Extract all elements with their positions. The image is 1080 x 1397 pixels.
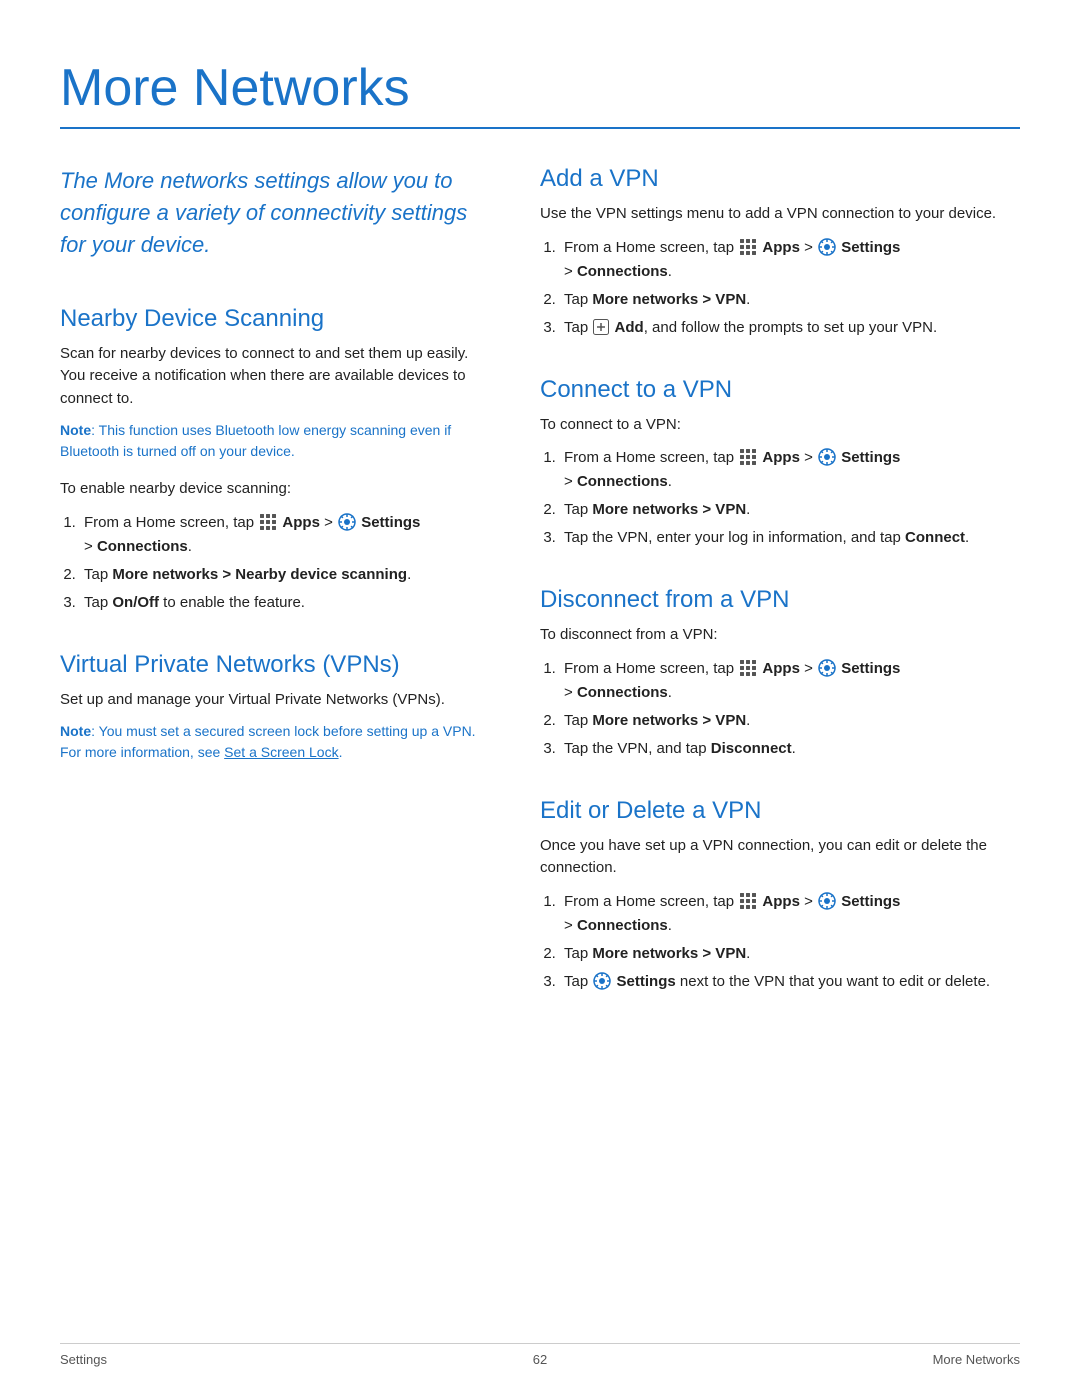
section-nearby-device-scanning: Nearby Device Scanning Scan for nearby d…	[60, 305, 480, 615]
section-body-vpns: Set up and manage your Virtual Private N…	[60, 689, 480, 712]
section-title-disconnect-vpn: Disconnect from a VPN	[540, 586, 1020, 614]
step-item: From a Home screen, tap	[80, 511, 480, 559]
steps-list-connect-vpn: From a Home screen, tap	[560, 446, 1020, 550]
steps-list-disconnect-vpn: From a Home screen, tap	[560, 657, 1020, 761]
settings-icon	[818, 238, 836, 256]
apps-icon	[259, 513, 277, 531]
steps-list-nearby: From a Home screen, tap	[80, 511, 480, 615]
footer-right: More Networks	[933, 1352, 1020, 1367]
step-item: Tap the VPN, and tap Disconnect.	[560, 737, 1020, 761]
section-vpns: Virtual Private Networks (VPNs) Set up a…	[60, 651, 480, 764]
page-container: More Networks The More networks settings…	[0, 0, 1080, 1110]
section-title-vpns: Virtual Private Networks (VPNs)	[60, 651, 480, 679]
step-item: Tap More networks > VPN.	[560, 942, 1020, 966]
section-title-edit-delete-vpn: Edit or Delete a VPN	[540, 797, 1020, 825]
step-item: Tap the VPN, enter your log in informati…	[560, 526, 1020, 550]
apps-icon	[739, 448, 757, 466]
right-column: Add a VPN Use the VPN settings menu to a…	[540, 165, 1020, 1030]
footer-page-number: 62	[533, 1352, 547, 1367]
step-item: Tap Add, and follow the prompts to set u…	[560, 316, 1020, 340]
settings-icon	[338, 513, 356, 531]
step-item: Tap More networks > VPN.	[560, 709, 1020, 733]
step-item: From a Home screen, tap	[560, 657, 1020, 705]
step-item: From a Home screen, tap	[560, 890, 1020, 938]
settings-icon	[818, 659, 836, 677]
gear-settings-icon	[593, 972, 611, 990]
page-title: More Networks	[60, 60, 1020, 117]
two-column-layout: The More networks settings allow you to …	[60, 165, 1020, 1030]
section-connect-vpn: Connect to a VPN To connect to a VPN: Fr…	[540, 376, 1020, 551]
section-disconnect-vpn: Disconnect from a VPN To disconnect from…	[540, 586, 1020, 761]
step-item: From a Home screen, tap	[560, 236, 1020, 284]
step-item: Tap On/Off to enable the feature.	[80, 591, 480, 615]
note-nearby: Note: This function uses Bluetooth low e…	[60, 420, 480, 462]
section-title-add-vpn: Add a VPN	[540, 165, 1020, 193]
left-column: The More networks settings allow you to …	[60, 165, 480, 1030]
section-add-vpn: Add a VPN Use the VPN settings menu to a…	[540, 165, 1020, 340]
apps-icon	[739, 892, 757, 910]
step-item: Tap More networks > VPN.	[560, 288, 1020, 312]
add-icon	[593, 319, 609, 335]
step-item: Tap More networks > VPN.	[560, 498, 1020, 522]
steps-intro-nearby: To enable nearby device scanning:	[60, 478, 480, 501]
apps-icon	[739, 238, 757, 256]
step-item: From a Home screen, tap	[560, 446, 1020, 494]
section-body-disconnect-vpn: To disconnect from a VPN:	[540, 624, 1020, 647]
section-title-nearby: Nearby Device Scanning	[60, 305, 480, 333]
screen-lock-link[interactable]: Set a Screen Lock	[224, 744, 338, 760]
note-vpns: Note: You must set a secured screen lock…	[60, 721, 480, 763]
settings-icon	[818, 892, 836, 910]
intro-paragraph: The More networks settings allow you to …	[60, 165, 480, 261]
section-edit-delete-vpn: Edit or Delete a VPN Once you have set u…	[540, 797, 1020, 994]
section-body-edit-delete-vpn: Once you have set up a VPN connection, y…	[540, 835, 1020, 880]
step-item: Tap	[560, 970, 1020, 994]
apps-icon	[739, 659, 757, 677]
step-item: Tap More networks > Nearby device scanni…	[80, 563, 480, 587]
title-divider	[60, 127, 1020, 129]
settings-icon	[818, 448, 836, 466]
steps-list-add-vpn: From a Home screen, tap	[560, 236, 1020, 340]
section-title-connect-vpn: Connect to a VPN	[540, 376, 1020, 404]
footer-left: Settings	[60, 1352, 107, 1367]
steps-list-edit-delete-vpn: From a Home screen, tap	[560, 890, 1020, 994]
section-body-nearby: Scan for nearby devices to connect to an…	[60, 343, 480, 411]
section-body-connect-vpn: To connect to a VPN:	[540, 414, 1020, 437]
section-body-add-vpn: Use the VPN settings menu to add a VPN c…	[540, 203, 1020, 226]
